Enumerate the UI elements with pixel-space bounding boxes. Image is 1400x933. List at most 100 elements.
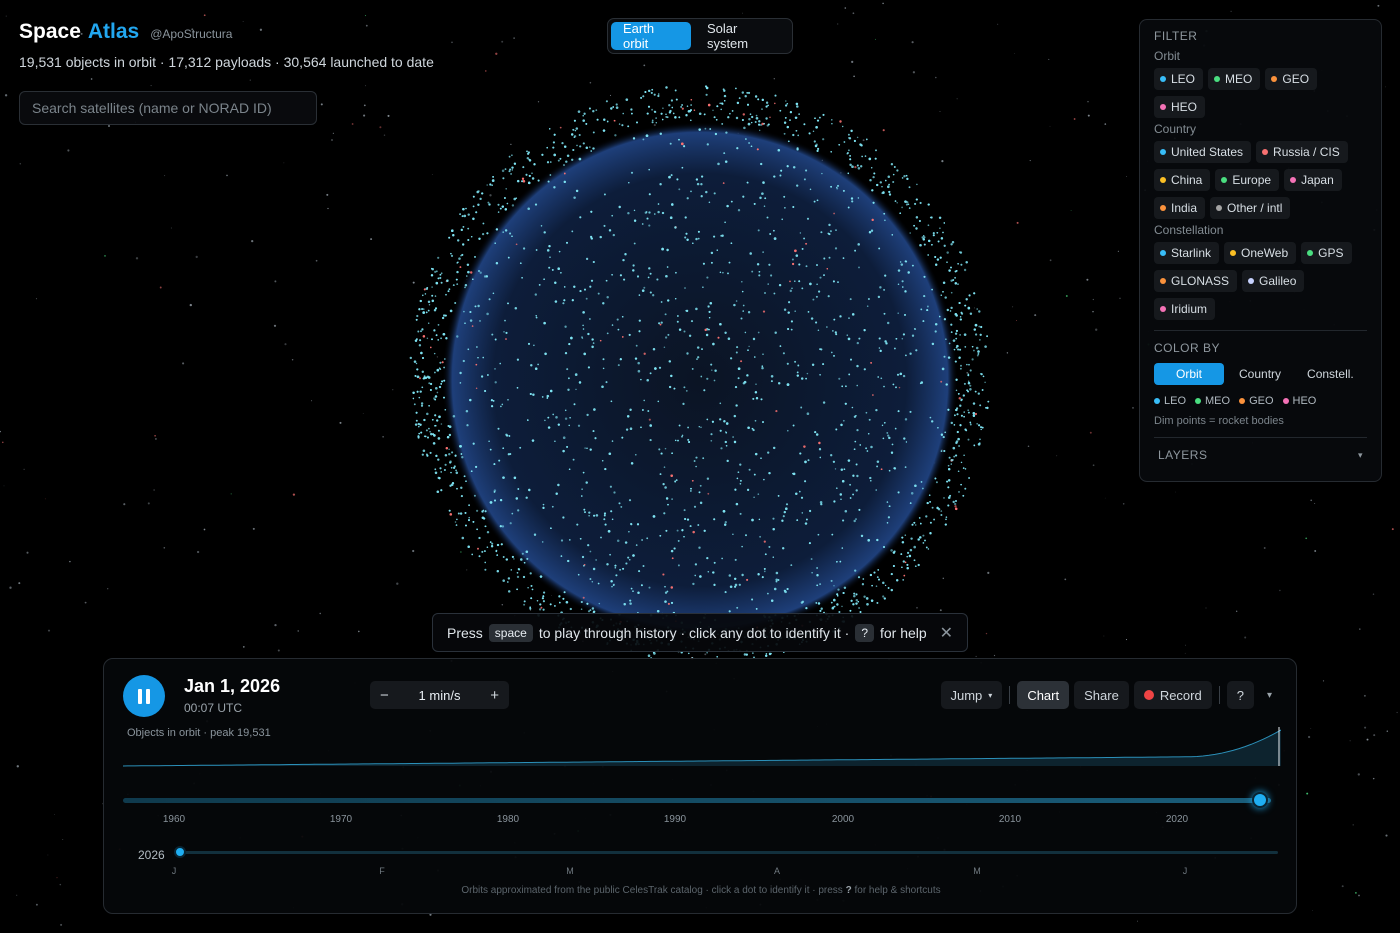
country-chip-japan[interactable]: Japan bbox=[1284, 169, 1342, 191]
search-input[interactable] bbox=[19, 91, 317, 125]
constellation-chip-iridium[interactable]: Iridium bbox=[1154, 298, 1216, 320]
speed-control: − 1 min/s + bbox=[370, 681, 509, 709]
faster-button[interactable]: + bbox=[490, 687, 499, 704]
year-tick-label: 2000 bbox=[831, 814, 855, 825]
color-dot bbox=[1160, 177, 1166, 183]
separator bbox=[1009, 686, 1011, 704]
earth-orbit-button[interactable]: Earth orbit bbox=[611, 21, 691, 51]
orbit-chip-meo[interactable]: MEO bbox=[1208, 68, 1261, 90]
orbit-chip-leo[interactable]: LEO bbox=[1154, 68, 1204, 90]
month-tick-label: J bbox=[1182, 866, 1188, 876]
chip-label: Other / intl bbox=[1227, 201, 1283, 215]
separator bbox=[1218, 686, 1220, 704]
colorby-orbit-button[interactable]: Orbit bbox=[1154, 363, 1225, 385]
color-dot bbox=[1154, 398, 1160, 404]
year-tick-label: 1970 bbox=[329, 814, 353, 825]
layers-toggle[interactable]: LAYERS ▾ bbox=[1154, 448, 1367, 462]
hint-press: Press bbox=[447, 624, 483, 641]
footnote-text-end: for help & shortcuts bbox=[854, 885, 941, 896]
chip-label: OneWeb bbox=[1241, 246, 1289, 260]
color-dot bbox=[1239, 398, 1246, 404]
footnote: Orbits approximated from the public Cele… bbox=[104, 885, 1298, 896]
month-tick-label: M bbox=[566, 866, 574, 876]
chip-label: Europe bbox=[1232, 173, 1272, 187]
constellation-chip-glonass[interactable]: GLONASS bbox=[1154, 270, 1238, 292]
orbit-chip-heo[interactable]: HEO bbox=[1154, 96, 1206, 118]
app-brand: Space Atlas @ApoStructura bbox=[19, 20, 232, 44]
color-dot bbox=[1248, 278, 1255, 284]
close-icon[interactable]: ✕ bbox=[940, 623, 953, 643]
timeline-toolbar: Jump ▾ Chart Share Record ? ▾ bbox=[940, 681, 1272, 709]
constellation-chip-gps[interactable]: GPS bbox=[1301, 242, 1352, 264]
record-button[interactable]: Record bbox=[1133, 681, 1212, 709]
chart-caption: Objects in orbit · peak 19,531 bbox=[127, 727, 271, 739]
timeline-panel: Jan 1, 2026 00:07 UTC − 1 min/s + Jump ▾… bbox=[103, 658, 1297, 914]
color-legend: LEO MEO GEO HEO bbox=[1154, 395, 1367, 407]
color-dot bbox=[1307, 250, 1314, 256]
jump-label: Jump bbox=[950, 687, 983, 703]
constellation-chip-galileo[interactable]: Galileo bbox=[1242, 270, 1305, 292]
chip-label: Japan bbox=[1301, 173, 1334, 187]
pause-button[interactable] bbox=[123, 675, 165, 717]
color-dot bbox=[1160, 306, 1166, 312]
month-tick-label: J bbox=[171, 866, 177, 876]
pause-icon bbox=[146, 688, 150, 704]
month-scrubber-handle[interactable] bbox=[174, 846, 186, 858]
year-tick-label: 1980 bbox=[496, 814, 520, 825]
legend-label: MEO bbox=[1205, 395, 1231, 407]
color-dot bbox=[1271, 76, 1278, 82]
orbit-chips: LEO MEO GEO HEO bbox=[1154, 68, 1367, 118]
pause-icon bbox=[138, 688, 142, 704]
author-handle[interactable]: @ApoStructura bbox=[150, 27, 232, 41]
country-chip-india[interactable]: India bbox=[1154, 197, 1206, 219]
colorby-toggle: Orbit Country Constell. bbox=[1154, 363, 1367, 385]
color-dot bbox=[1282, 398, 1289, 404]
footnote-key: ? bbox=[845, 885, 852, 896]
chart-button[interactable]: Chart bbox=[1017, 681, 1070, 709]
year-scrubber-track[interactable] bbox=[123, 798, 1271, 803]
legend-item-leo: LEO bbox=[1154, 395, 1186, 407]
country-chip-united-states[interactable]: United States bbox=[1154, 141, 1252, 163]
legend-item-heo: HEO bbox=[1282, 395, 1316, 407]
month-scrubber-track[interactable] bbox=[180, 851, 1278, 854]
year-tick-label: 2020 bbox=[1165, 814, 1189, 825]
layers-title: LAYERS bbox=[1158, 448, 1208, 462]
share-button[interactable]: Share bbox=[1074, 681, 1129, 709]
slower-button[interactable]: − bbox=[380, 687, 389, 704]
orbit-chip-geo[interactable]: GEO bbox=[1265, 68, 1318, 90]
constellation-chips: Starlink OneWeb GPS GLONASS Galileo Iridium bbox=[1154, 242, 1367, 320]
chevron-down-icon[interactable]: ▾ bbox=[1267, 690, 1272, 701]
color-dot bbox=[1160, 76, 1166, 82]
colorby-country-button[interactable]: Country bbox=[1228, 363, 1292, 385]
speed-value: 1 min/s bbox=[418, 687, 461, 703]
year-tick-label: 2010 bbox=[998, 814, 1022, 825]
color-dot bbox=[1160, 104, 1166, 110]
solar-system-button[interactable]: Solar system bbox=[695, 21, 789, 51]
country-chip-europe[interactable]: Europe bbox=[1215, 169, 1280, 191]
color-dot bbox=[1160, 250, 1166, 256]
color-dot bbox=[1216, 205, 1223, 211]
country-chip-other-intl[interactable]: Other / intl bbox=[1210, 197, 1291, 219]
footnote-text: Orbits approximated from the public Cele… bbox=[461, 885, 843, 896]
chip-label: GEO bbox=[1282, 72, 1310, 86]
filter-panel: FILTER Orbit LEO MEO GEO HEO Country United… bbox=[1139, 19, 1382, 482]
divider bbox=[1154, 330, 1367, 331]
color-dot bbox=[1160, 149, 1166, 155]
jump-button[interactable]: Jump ▾ bbox=[940, 681, 1003, 709]
color-dot bbox=[1262, 149, 1269, 155]
help-button[interactable]: ? bbox=[1226, 681, 1254, 709]
chip-label: India bbox=[1171, 201, 1198, 215]
year-scrubber-handle[interactable] bbox=[1251, 792, 1268, 808]
chip-label: Russia / CIS bbox=[1273, 145, 1340, 159]
month-tick-label: A bbox=[773, 866, 781, 876]
constellation-chip-starlink[interactable]: Starlink bbox=[1154, 242, 1220, 264]
colorby-constellation-button[interactable]: Constell. bbox=[1296, 363, 1365, 385]
year-axis: 1960 1970 1980 1990 2000 2010 2020 bbox=[104, 814, 1298, 828]
rocket-bodies-note: Dim points = rocket bodies bbox=[1154, 415, 1284, 427]
color-dot bbox=[1160, 205, 1166, 211]
country-chip-russia-cis[interactable]: Russia / CIS bbox=[1256, 141, 1348, 163]
chip-label: United States bbox=[1171, 145, 1244, 159]
country-chip-china[interactable]: China bbox=[1154, 169, 1211, 191]
objects-history-chart bbox=[123, 727, 1281, 767]
constellation-chip-oneweb[interactable]: OneWeb bbox=[1224, 242, 1297, 264]
